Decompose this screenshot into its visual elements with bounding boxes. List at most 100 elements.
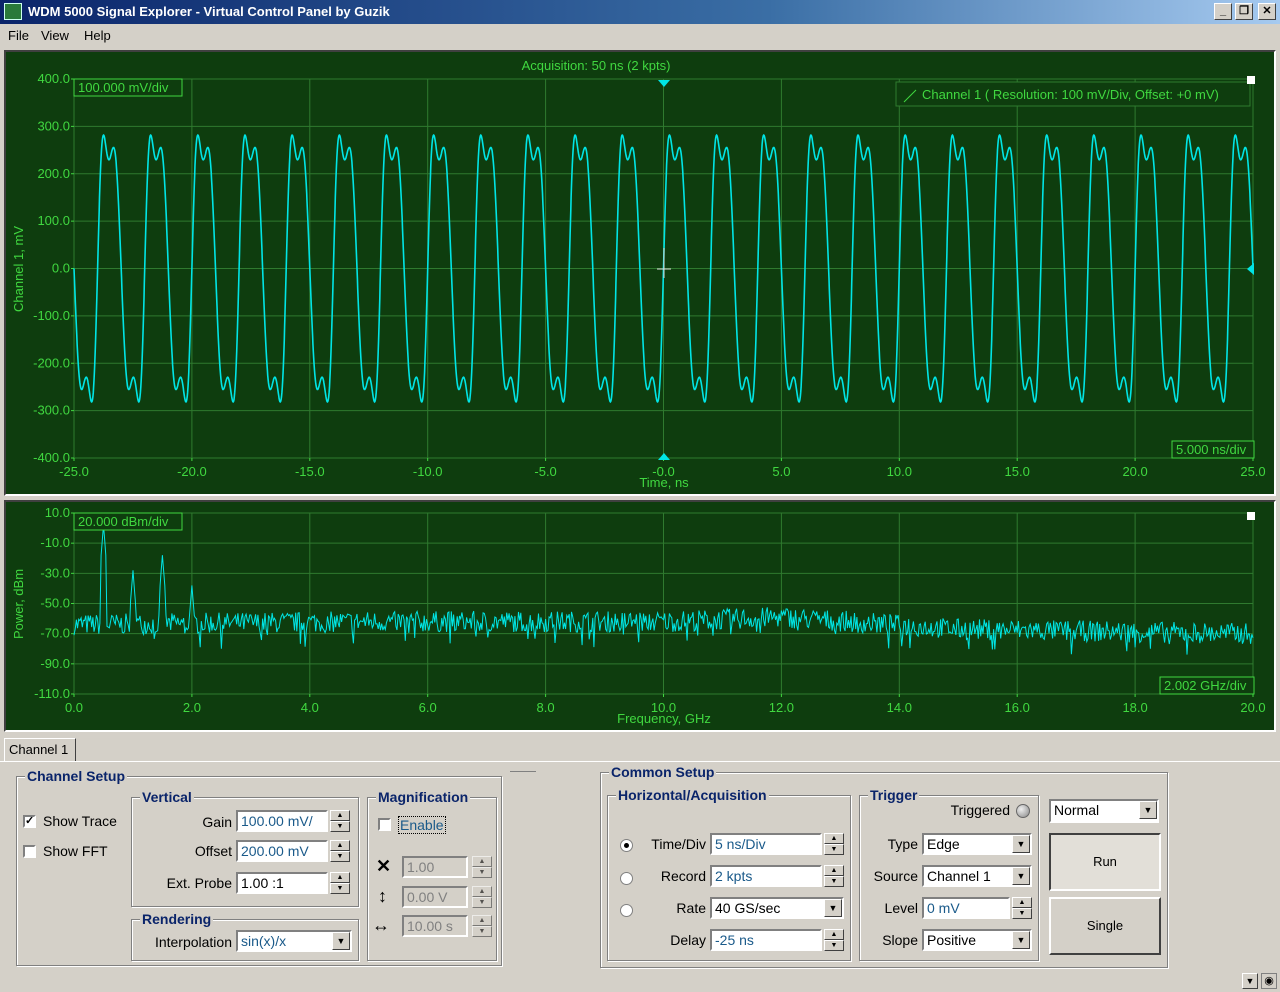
timediv-input[interactable]: 5 ns/Div: [710, 833, 822, 855]
fft-hdiv-badge: 2.002 GHz/div: [1164, 678, 1247, 693]
cursor-crosshair-icon[interactable]: [657, 248, 671, 278]
minimize-button[interactable]: _: [1214, 3, 1232, 20]
trigger-type-dropdown-icon[interactable]: ▼: [1012, 835, 1030, 853]
title-bar: WDM 5000 Signal Explorer - Virtual Contr…: [0, 0, 1280, 24]
timediv-spinner[interactable]: ▲ ▼: [824, 833, 844, 855]
vertical-arrow-icon: ↕: [378, 886, 387, 906]
common-setup-group: Common Setup Horizontal/Acquisition Time…: [600, 764, 1168, 968]
fft-scope-plot[interactable]: 10.0 -10.0 -30.0 -50.0 -70.0 -90.0 -110.0 0.0 2…: [6, 502, 1274, 730]
v-magnify-spinner[interactable]: ▲ ▼: [472, 886, 492, 908]
rendering-title: Rendering: [140, 911, 214, 927]
trigger-source-dropdown-icon[interactable]: ▼: [1012, 867, 1030, 885]
t-y-tick: 0.0: [52, 261, 70, 276]
t-x-tick: 5.0: [772, 464, 790, 479]
f-x-tick: 0.0: [65, 700, 83, 715]
offset-spinner[interactable]: ▲ ▼: [330, 840, 350, 862]
show-trace-checkbox[interactable]: ✓: [23, 815, 36, 828]
menu-file[interactable]: File: [8, 28, 29, 43]
offset-label: Offset: [194, 843, 232, 859]
t-magnify-spinner[interactable]: ▲ ▼: [472, 915, 492, 937]
gain-input[interactable]: 100.00 mV/: [236, 810, 328, 832]
f-x-tick: 14.0: [887, 700, 912, 715]
t-x-tick: 10.0: [887, 464, 912, 479]
f-x-tick: 12.0: [769, 700, 794, 715]
magnification-enable-label[interactable]: Enable: [398, 816, 446, 834]
record-label: Record: [660, 868, 706, 884]
trigger-type-label: Type: [887, 836, 918, 852]
timediv-label: Time/Div: [651, 836, 706, 852]
tab-channel-1[interactable]: Channel 1: [4, 738, 76, 762]
trigger-position-marker-top[interactable]: [658, 80, 670, 87]
hdiv-badge: 5.000 ns/div: [1176, 442, 1247, 457]
tab-strip-divider: [0, 761, 1280, 762]
record-spinner[interactable]: ▲ ▼: [824, 865, 844, 887]
show-fft-label: Show FFT: [43, 843, 108, 859]
ext-probe-spinner[interactable]: ▲ ▼: [330, 872, 350, 894]
horizontal-acquisition-title: Horizontal/Acquisition: [616, 787, 769, 803]
t-x-tick: 25.0: [1240, 464, 1265, 479]
menu-bar: File View Help: [0, 24, 1280, 46]
mode-dropdown-icon[interactable]: ▼: [1139, 801, 1157, 819]
offset-input[interactable]: 200.00 mV: [236, 840, 328, 862]
trigger-slope-dropdown-icon[interactable]: ▼: [1012, 931, 1030, 949]
trigger-title: Trigger: [868, 787, 920, 803]
menu-help[interactable]: Help: [84, 28, 111, 43]
channel-setup-group: Channel Setup ✓ Show Trace Show FFT Vert…: [16, 768, 502, 966]
v-magnify-input[interactable]: 0.00 V: [402, 886, 468, 908]
collapse-panel-icon[interactable]: ▼: [1242, 973, 1258, 989]
menu-view[interactable]: View: [41, 28, 69, 43]
time-scope-plot[interactable]: 400.0 300.0 200.0 100.0 0.0 -100.0 -200.0 -300.…: [6, 52, 1274, 494]
rate-dropdown-icon[interactable]: ▼: [824, 899, 842, 917]
trigger-level-marker[interactable]: [1247, 263, 1254, 275]
gain-spinner[interactable]: ▲ ▼: [330, 810, 350, 832]
vertical-title: Vertical: [140, 789, 194, 805]
x-magnify-spinner[interactable]: ▲ ▼: [472, 856, 492, 878]
trigger-position-marker-bottom[interactable]: [658, 453, 670, 460]
f-y-tick: -70.0: [40, 626, 70, 641]
single-button[interactable]: Single: [1049, 897, 1161, 955]
trigger-level-label: Level: [884, 900, 918, 916]
t-y-tick: 200.0: [37, 166, 70, 181]
t-x-tick: -25.0: [59, 464, 89, 479]
f-x-tick: 2.0: [183, 700, 201, 715]
f-x-tick: 20.0: [1240, 700, 1265, 715]
triggered-label: Triggered: [950, 802, 1010, 818]
f-y-tick: -50.0: [40, 596, 70, 611]
delay-spinner[interactable]: ▲ ▼: [824, 929, 844, 951]
t-x-tick: -5.0: [534, 464, 556, 479]
t-y-tick: -200.0: [33, 355, 70, 370]
t-y-tick: 400.0: [37, 71, 70, 86]
f-x-tick: 18.0: [1122, 700, 1147, 715]
status-globe-icon[interactable]: ◉: [1261, 973, 1277, 989]
fft-scope-panel: 10.0 -10.0 -30.0 -50.0 -70.0 -90.0 -110.0 0.0 2…: [4, 500, 1276, 732]
f-y-tick: -90.0: [40, 656, 70, 671]
f-y-tick: 10.0: [45, 505, 70, 520]
gain-label: Gain: [202, 814, 232, 830]
t-y-tick: -300.0: [33, 403, 70, 418]
magnification-title: Magnification: [376, 789, 471, 805]
record-input[interactable]: 2 kpts: [710, 865, 822, 887]
show-fft-checkbox[interactable]: [23, 845, 36, 858]
magnification-enable-checkbox[interactable]: [378, 818, 391, 831]
fft-menu-icon[interactable]: [1247, 512, 1255, 520]
trigger-slope-label: Slope: [882, 932, 918, 948]
legend-close-icon[interactable]: [1247, 76, 1255, 84]
delay-label: Delay: [670, 932, 706, 948]
interpolation-dropdown-icon[interactable]: ▼: [332, 932, 350, 950]
run-button[interactable]: Run: [1049, 833, 1161, 891]
t-magnify-input[interactable]: 10.00 s: [402, 915, 468, 937]
close-button[interactable]: ✕: [1258, 3, 1276, 20]
triggered-led-icon: [1016, 804, 1030, 818]
restore-button[interactable]: ❐: [1235, 3, 1253, 20]
trigger-level-spinner[interactable]: ▲ ▼: [1012, 897, 1032, 919]
trigger-level-input[interactable]: 0 mV: [922, 897, 1010, 919]
fft-vdiv-badge: 20.000 dBm/div: [78, 514, 169, 529]
t-y-tick: 100.0: [37, 213, 70, 228]
delay-input[interactable]: -25 ns: [710, 929, 822, 951]
ext-probe-label: Ext. Probe: [166, 875, 232, 891]
t-x-tick: -20.0: [177, 464, 207, 479]
f-x-tick: 4.0: [301, 700, 319, 715]
ext-probe-input[interactable]: 1.00 :1: [236, 872, 328, 894]
separator: [510, 771, 536, 772]
x-magnify-input[interactable]: 1.00: [402, 856, 468, 878]
